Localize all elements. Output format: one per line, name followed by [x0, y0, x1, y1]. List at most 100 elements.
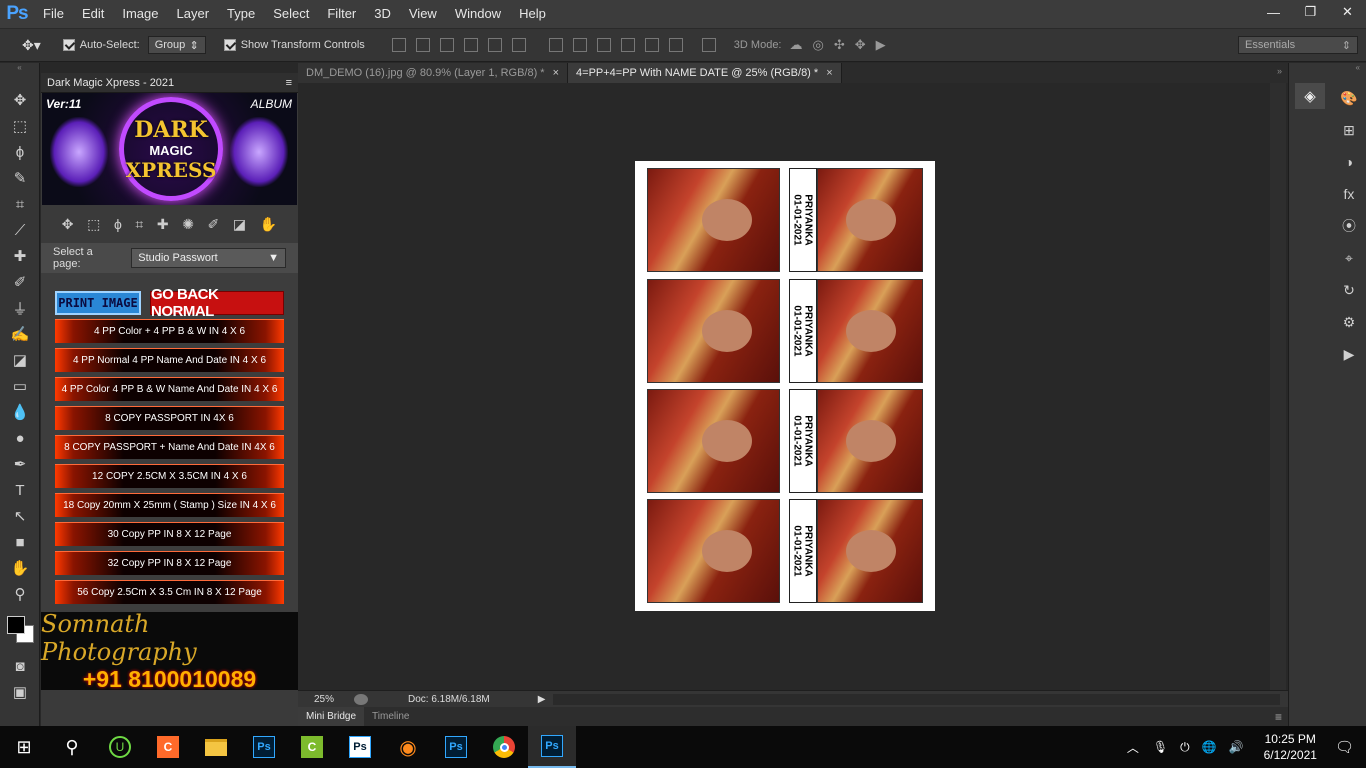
photoshop-app-icon[interactable]: Ps [432, 726, 480, 768]
show-transform-checkbox[interactable] [223, 39, 236, 51]
align-top-icon[interactable] [391, 38, 406, 52]
action-button[interactable]: 32 Copy PP IN 8 X 12 Page [55, 551, 284, 575]
menu-file[interactable]: File [34, 0, 73, 28]
auto-select-checkbox[interactable] [62, 39, 75, 51]
menu-layer[interactable]: Layer [168, 0, 219, 28]
gradient-tool-icon[interactable]: ▭ [0, 373, 40, 399]
stamp-tool-icon[interactable]: ✺ [182, 216, 194, 233]
action-button[interactable]: 8 COPY PASSPORT IN 4X 6 [55, 406, 284, 430]
menu-view[interactable]: View [400, 0, 446, 28]
volume-icon[interactable]: 🔊 [1229, 740, 1244, 754]
brush-tool-icon[interactable]: ✐ [208, 216, 220, 233]
brush-tool-icon[interactable]: ✐ [0, 269, 40, 295]
status-info-icon[interactable] [354, 693, 368, 705]
color-swatches[interactable] [0, 607, 39, 653]
tab-mini-bridge[interactable]: Mini Bridge [298, 707, 365, 726]
collapse-panel-icon[interactable]: » [1271, 63, 1288, 83]
tab-timeline[interactable]: Timeline [364, 707, 417, 726]
menu-filter[interactable]: Filter [318, 0, 365, 28]
hand-tool-icon[interactable]: ✋ [0, 555, 40, 581]
lasso-tool-icon[interactable]: ϕ [0, 139, 40, 165]
action-button[interactable]: 30 Copy PP IN 8 X 12 Page [55, 522, 284, 546]
windows-start-icon[interactable]: ⊞ [0, 726, 48, 768]
move-tool-icon[interactable]: ✥ [62, 216, 74, 233]
auto-align-icon[interactable] [701, 38, 716, 52]
close-icon[interactable]: × [553, 67, 559, 79]
tab-dm-demo[interactable]: DM_DEMO (16).jpg @ 80.9% (Layer 1, RGB/8… [298, 63, 569, 83]
photoshop-app-icon[interactable]: Ps [240, 726, 288, 768]
distribute-bottom-icon[interactable] [596, 38, 611, 52]
file-explorer-icon[interactable] [192, 726, 240, 768]
collapse-tools-icon[interactable]: « [0, 63, 39, 73]
quick-select-tool-icon[interactable]: ✎ [0, 165, 40, 191]
distribute-vcenter-icon[interactable] [572, 38, 587, 52]
move-tool-icon[interactable]: ✥ [0, 87, 40, 113]
lasso-tool-icon[interactable]: ϕ [114, 216, 122, 232]
align-right-icon[interactable] [511, 38, 526, 52]
action-button[interactable]: 4 PP Color 4 PP B & W Name And Date IN 4… [55, 377, 284, 401]
align-hcenter-icon[interactable] [487, 38, 502, 52]
quick-mask-icon[interactable]: ◙ [0, 653, 40, 679]
paths-icon[interactable]: ⌖ [1334, 245, 1364, 271]
menu-image[interactable]: Image [113, 0, 167, 28]
tab-4pp-name-date[interactable]: 4=PP+4=PP With NAME DATE @ 25% (RGB/8) *… [568, 63, 842, 83]
menu-type[interactable]: Type [218, 0, 264, 28]
menu-edit[interactable]: Edit [73, 0, 113, 28]
distribute-left-icon[interactable] [620, 38, 635, 52]
power-icon[interactable]: ⏻ [1180, 740, 1190, 755]
restore-button[interactable]: ❐ [1292, 0, 1329, 24]
document-canvas[interactable]: PRIYANKA 01-01-2021 PRIYANKA 01-01-2021 PR… [635, 161, 935, 611]
pen-tool-icon[interactable]: ✒ [0, 451, 40, 477]
eyedropper-tool-icon[interactable]: ⟋ [0, 217, 40, 243]
chrome-app-icon[interactable] [480, 726, 528, 768]
auto-select-dropdown[interactable]: Group ⇕ [147, 36, 206, 54]
type-tool-icon[interactable]: T [0, 477, 40, 503]
eraser-tool-icon[interactable]: ◪ [233, 216, 246, 233]
search-icon[interactable]: ⚲ [48, 726, 96, 768]
workspace-dropdown[interactable]: Essentials ⇕ [1238, 36, 1358, 54]
minimize-button[interactable]: — [1255, 0, 1292, 24]
path-select-tool-icon[interactable]: ↖ [0, 503, 40, 529]
action-button[interactable]: 56 Copy 2.5Cm X 3.5 Cm IN 8 X 12 Page [55, 580, 284, 604]
menu-help[interactable]: Help [510, 0, 555, 28]
distribute-top-icon[interactable] [548, 38, 563, 52]
microphone-icon[interactable]: 🎙 [1153, 740, 1168, 754]
foreground-color-swatch[interactable] [7, 616, 25, 634]
rectangle-tool-icon[interactable]: ■ [0, 529, 40, 555]
clone-stamp-tool-icon[interactable]: ⏚ [0, 295, 40, 321]
marquee-tool-icon[interactable]: ⬚ [0, 113, 40, 139]
go-back-normal-button[interactable]: GO BACK NORMAL [150, 286, 284, 320]
distribute-right-icon[interactable] [668, 38, 683, 52]
healing-tool-icon[interactable]: ✚ [157, 216, 169, 233]
photoshop-app-icon[interactable]: Ps [336, 726, 384, 768]
move-tool-icon[interactable]: ✥▾ [22, 37, 41, 54]
color-palette-icon[interactable]: 🎨 [1334, 85, 1364, 111]
dodge-tool-icon[interactable]: ● [0, 425, 40, 451]
menu-select[interactable]: Select [264, 0, 318, 28]
fx-styles-icon[interactable]: fx [1334, 181, 1364, 207]
panel-menu-icon[interactable]: ≡ [286, 77, 292, 89]
action-button[interactable]: 4 PP Normal 4 PP Name And Date IN 4 X 6 [55, 348, 284, 372]
history-icon[interactable]: ↻ [1334, 277, 1364, 303]
zoom-tool-icon[interactable]: ⚲ [0, 581, 40, 607]
menu-3d[interactable]: 3D [365, 0, 400, 28]
screen-mode-icon[interactable]: ▣ [0, 679, 40, 705]
action-button[interactable]: 18 Copy 20mm X 25mm ( Stamp ) Size IN 4 … [55, 493, 284, 517]
healing-brush-tool-icon[interactable]: ✚ [0, 243, 40, 269]
print-image-button[interactable]: PRINT IMAGE [55, 291, 141, 315]
collapse-dock-icon[interactable]: « [1289, 63, 1366, 73]
actions-play-icon[interactable]: ▶ [1334, 341, 1364, 367]
action-button[interactable]: 4 PP Color + 4 PP B & W IN 4 X 6 [55, 319, 284, 343]
blur-tool-icon[interactable]: 💧 [0, 399, 40, 425]
network-icon[interactable]: 🌐 [1202, 740, 1217, 754]
3d-mode-icons[interactable]: ☁◎✣✥▶ [790, 37, 896, 53]
camtasia-green-app-icon[interactable]: C [288, 726, 336, 768]
crop-tool-icon[interactable]: ⌗ [135, 216, 143, 233]
adjustments-icon[interactable]: ◑ [1334, 149, 1364, 175]
page-select-dropdown[interactable]: Studio Passwort ▼ [131, 248, 286, 268]
clock[interactable]: 10:25 PM 6/12/2021 [1264, 731, 1317, 763]
crop-tool-icon[interactable]: ⌗ [0, 191, 40, 217]
marquee-tool-icon[interactable]: ⬚ [87, 216, 100, 233]
align-bottom-icon[interactable] [439, 38, 454, 52]
channels-icon[interactable]: ⦿ [1334, 213, 1364, 239]
